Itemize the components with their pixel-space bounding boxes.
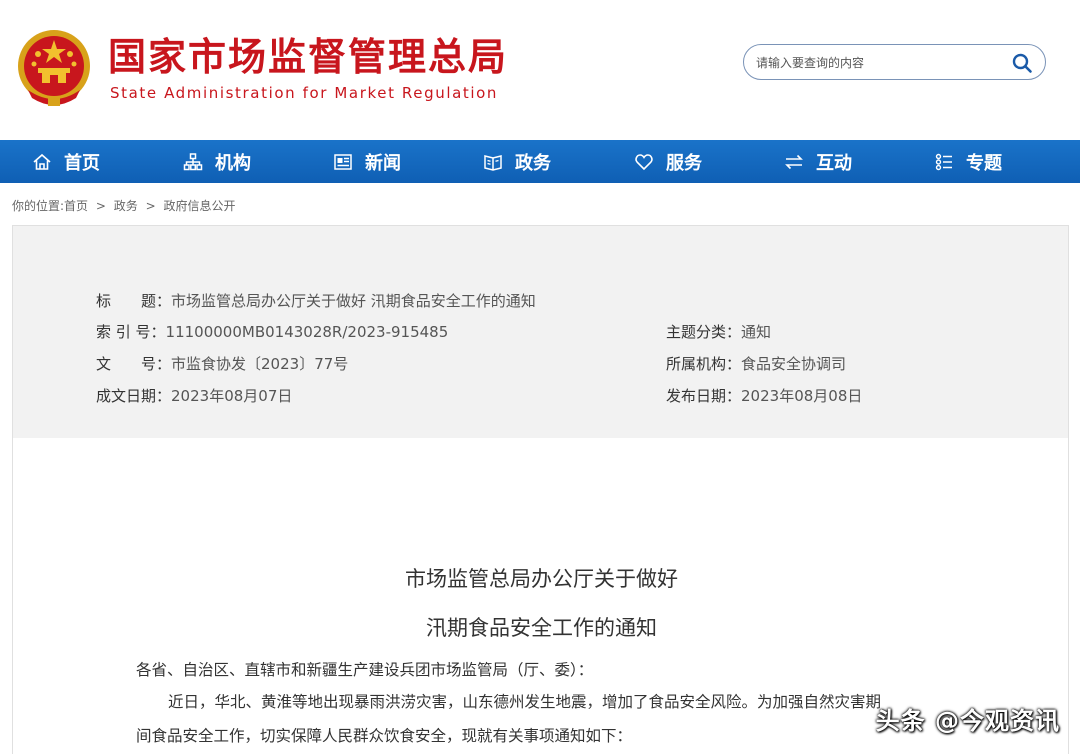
nav-label: 专题: [966, 152, 1002, 174]
nav-item-interact[interactable]: 互动: [784, 140, 852, 183]
nav-label: 新闻: [365, 152, 401, 174]
meta-topic-row: 主题分类：通知: [666, 322, 771, 342]
breadcrumb: 你的位置:首页 > 政务 > 政府信息公开: [12, 197, 240, 214]
meta-created-value: 2023年08月07日: [171, 387, 293, 405]
meta-org-row: 所属机构：食品安全协调司: [666, 354, 846, 374]
breadcrumb-separator: >: [145, 199, 156, 213]
nav-item-home[interactable]: 首页: [32, 140, 100, 183]
nav-item-news[interactable]: 新闻: [333, 140, 401, 183]
meta-created-row: 成文日期：2023年08月07日: [96, 386, 292, 406]
source-watermark: 头条 @今观资讯: [875, 707, 1060, 735]
article-para1-line1: 近日，华北、黄淮等地出现暴雨洪涝灾害，山东德州发生地震，增加了食品安全风险。为加…: [168, 693, 882, 711]
main-nav: 首页 机构 新闻 政务 服务 互动 专题: [0, 140, 1080, 183]
meta-index-value: 11100000MB0143028R/2023-915485: [165, 323, 449, 341]
org-icon: [183, 152, 203, 170]
meta-topic-value: 通知: [741, 323, 772, 341]
meta-published-label: 发布日期：: [666, 387, 742, 405]
nav-item-topic[interactable]: 专题: [934, 140, 1002, 183]
nav-label: 首页: [64, 152, 100, 174]
breadcrumb-current[interactable]: 政府信息公开: [164, 199, 236, 213]
site-header: 国家市场监督管理总局 State Administration for Mark…: [0, 0, 1080, 140]
site-title-en: State Administration for Market Regulati…: [110, 84, 499, 102]
home-icon: [33, 153, 51, 170]
exchange-icon: [785, 154, 803, 169]
breadcrumb-home[interactable]: 首页: [64, 199, 88, 213]
search-icon[interactable]: [1011, 52, 1033, 74]
search-box[interactable]: [743, 44, 1046, 80]
meta-created-label: 成文日期：: [96, 387, 172, 405]
article-title-line1: 市场监管总局办公厅关于做好: [405, 567, 678, 591]
meta-index-row: 索 引 号：11100000MB0143028R/2023-915485: [96, 322, 448, 342]
article-title-line2: 汛期食品安全工作的通知: [426, 616, 657, 640]
heart-icon: [635, 153, 653, 170]
meta-title-label: 标 题：: [96, 292, 172, 310]
nav-item-org[interactable]: 机构: [183, 140, 251, 183]
meta-published-value: 2023年08月08日: [741, 387, 863, 405]
meta-published-row: 发布日期：2023年08月08日: [666, 386, 862, 406]
nav-label: 机构: [215, 152, 251, 174]
news-icon: [334, 153, 352, 170]
breadcrumb-gov[interactable]: 政务: [114, 199, 138, 213]
document-meta-panel: 标 题：市场监管总局办公厅关于做好 汛期食品安全工作的通知 索 引 号：1110…: [12, 225, 1069, 438]
gov-icon: [484, 154, 502, 171]
article-salutation: 各省、自治区、直辖市和新疆生产建设兵团市场监管局（厅、委）：: [136, 661, 594, 679]
nav-item-gov[interactable]: 政务: [483, 140, 551, 183]
meta-title-row: 标 题：市场监管总局办公厅关于做好 汛期食品安全工作的通知: [96, 291, 536, 311]
meta-docno-value: 市监食协发〔2023〕77号: [171, 355, 349, 373]
meta-org-label: 所属机构：: [666, 355, 742, 373]
nav-label: 服务: [666, 152, 702, 174]
meta-index-label: 索 引 号：: [96, 323, 166, 341]
meta-docno-label: 文 号：: [96, 355, 172, 373]
search-input[interactable]: [756, 53, 1006, 73]
article-para1-line2: 间食品安全工作，切实保障人民群众饮食安全，现就有关事项通知如下：: [136, 727, 633, 745]
nav-label: 政务: [515, 152, 551, 174]
nav-item-service[interactable]: 服务: [634, 140, 702, 183]
meta-title-value: 市场监管总局办公厅关于做好 汛期食品安全工作的通知: [171, 292, 536, 310]
nav-label: 互动: [816, 152, 852, 174]
breadcrumb-separator: >: [95, 199, 106, 213]
topic-icon: [935, 153, 952, 170]
meta-org-value: 食品安全协调司: [741, 355, 847, 373]
meta-docno-row: 文 号：市监食协发〔2023〕77号: [96, 354, 348, 374]
breadcrumb-prefix: 你的位置:: [12, 199, 65, 213]
national-emblem-icon: [18, 30, 90, 106]
site-title-cn: 国家市场监督管理总局: [108, 35, 509, 79]
meta-topic-label: 主题分类：: [666, 323, 742, 341]
